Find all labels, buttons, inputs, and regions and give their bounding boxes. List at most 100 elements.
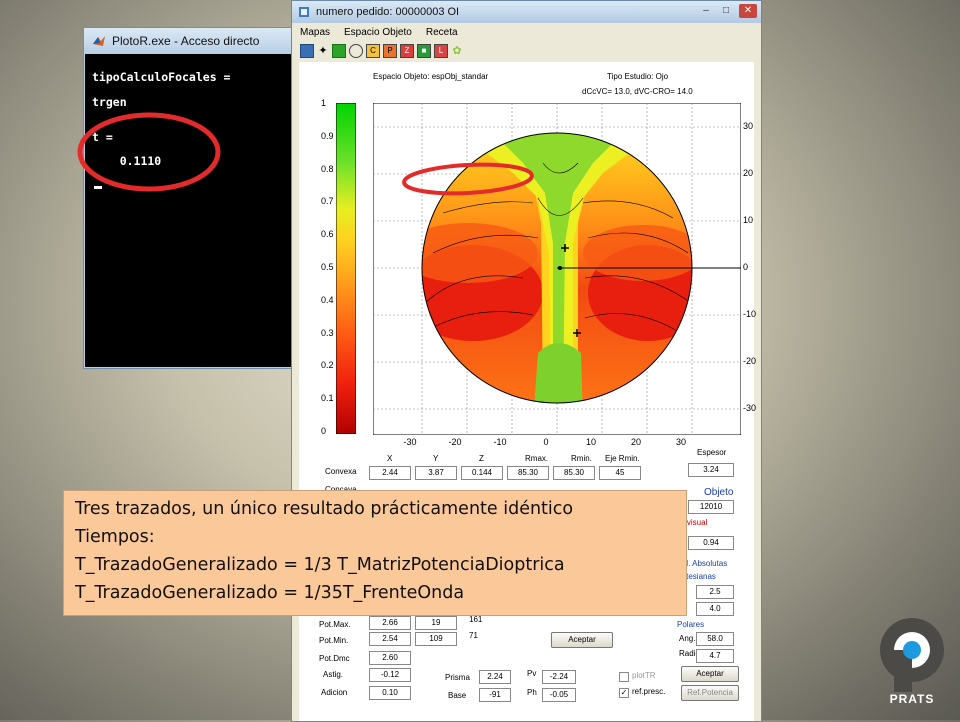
refpresc-checkbox[interactable]: ✓ — [619, 688, 629, 698]
menu-receta[interactable]: Receta — [426, 27, 458, 38]
base-label: Base — [448, 691, 467, 700]
col-z: Z — [479, 454, 484, 463]
prisma-label: Prisma — [445, 673, 470, 682]
pot-dmc-label: Pot.Dmc — [319, 654, 350, 663]
caption-line-4: T_TrazadoGeneralizado = 1/35T_FrenteOnda — [75, 583, 465, 603]
colorbar-tick: 0.1 — [321, 393, 334, 404]
espesor-label: Espesor — [697, 448, 727, 457]
convexa-rmax[interactable]: 85.30 — [507, 466, 549, 480]
side-number-2: 71 — [469, 631, 478, 640]
base-input[interactable]: -91 — [479, 688, 511, 702]
colorbar-tick: 1 — [321, 98, 327, 108]
circle-tool-icon[interactable] — [349, 44, 363, 58]
col-eje-rmin: Eje Rmin. — [605, 454, 640, 463]
pot-min-input[interactable]: 2.54 — [369, 632, 411, 646]
radio-input[interactable]: 4.7 — [696, 649, 734, 663]
console-line-1: tipoCalculoFocales = — [92, 70, 231, 84]
pv-label: Pv — [527, 669, 537, 678]
save-icon[interactable] — [300, 44, 314, 58]
window-icon — [298, 6, 310, 18]
side-number-1: 161 — [469, 615, 483, 624]
caption-line-3: T_TrazadoGeneralizado = 1/3 T_MatrizPote… — [75, 555, 565, 575]
ang-label: Ang. — [679, 634, 696, 643]
c-tool-icon[interactable]: C — [366, 44, 380, 58]
colorbar-tick: 0.5 — [321, 262, 334, 272]
colorbar-tick: 0.4 — [321, 294, 334, 305]
convexa-x[interactable]: 2.44 — [369, 466, 411, 480]
espacio-objeto-label: Espacio Objeto: espObj_standar — [373, 72, 489, 81]
prats-logo-text: PRATS — [889, 692, 935, 706]
g-tool-icon[interactable]: ■ — [417, 44, 431, 58]
minimize-icon[interactable]: – — [697, 4, 715, 18]
close-icon[interactable]: ✕ — [739, 4, 757, 18]
colorbar-tick: 0.3 — [321, 327, 334, 338]
console-title-bar[interactable]: PlotoR.exe - Acceso directo — [84, 28, 299, 54]
ang-input[interactable]: 58.0 — [696, 632, 734, 646]
p-tool-icon[interactable]: P — [383, 44, 397, 58]
colorbar-tick: 0.7 — [321, 196, 334, 207]
convexa-y[interactable]: 3.87 — [415, 466, 457, 480]
console-title: PlotoR.exe - Acceso directo — [112, 34, 260, 48]
col-y: Y — [433, 454, 439, 463]
highlight-ring-console — [77, 112, 221, 192]
col-x: X — [387, 454, 393, 463]
menu-mapas[interactable]: Mapas — [300, 27, 330, 38]
cart-input-1[interactable]: 2.5 — [696, 585, 734, 599]
astig-input[interactable]: -0.12 — [369, 668, 411, 682]
main-title-bar[interactable]: numero pedido: 00000003 OI – □ ✕ — [292, 1, 761, 23]
astig-label: Astig. — [323, 670, 344, 679]
ph-input[interactable]: -0.05 — [542, 688, 576, 702]
leaf-tool-icon[interactable]: ✿ — [451, 45, 463, 57]
convexa-eje[interactable]: 45 — [599, 466, 641, 480]
map-x-tick: -10 — [493, 437, 507, 447]
objeto-label: Objeto — [704, 487, 734, 498]
espesor-input[interactable]: 3.24 — [688, 463, 734, 477]
aceptar-button[interactable]: Aceptar — [551, 632, 613, 648]
convexa-z[interactable]: 0.144 — [461, 466, 503, 480]
map-x-tick: 10 — [586, 437, 597, 447]
maximize-icon[interactable]: □ — [717, 4, 735, 18]
map-x-tick: 0 — [543, 437, 549, 447]
ref-potencia-button[interactable]: Ref.Potencia — [681, 685, 739, 701]
pot-max-axis[interactable]: 19 — [415, 616, 457, 630]
plottr-label: plotTR — [632, 671, 656, 680]
z-tool-icon[interactable]: Z — [400, 44, 414, 58]
polares-label: Polares — [677, 620, 705, 629]
pot-min-label: Pot.Min. — [319, 636, 349, 645]
console-line-2: trgen — [92, 95, 127, 109]
map-x-tick: 30 — [676, 437, 687, 447]
pv-input[interactable]: -2.24 — [542, 670, 576, 684]
caption-line-2: Tiempos: — [75, 527, 155, 547]
aceptar-button-right[interactable]: Aceptar — [681, 666, 739, 682]
map-y-tick: -30 — [743, 403, 757, 413]
agvisual-input[interactable]: 0.94 — [688, 536, 734, 550]
convexa-rmin[interactable]: 85.30 — [553, 466, 595, 480]
ph-label: Ph — [527, 688, 537, 697]
pointer-icon[interactable]: ✦ — [317, 45, 329, 57]
menu-bar: Mapas Espacio Objeto Receta — [292, 23, 761, 42]
tipo-estudio-label: Tipo Estudio: Ojo — [607, 72, 669, 81]
matlab-icon — [92, 34, 106, 48]
colorbar — [336, 103, 356, 434]
row-convexa-label: Convexa — [325, 467, 357, 476]
map-y-tick: -10 — [743, 309, 757, 319]
pot-dmc-input[interactable]: 2.60 — [369, 651, 411, 665]
highlight-ring-map — [402, 162, 534, 196]
l-tool-icon[interactable]: L — [434, 44, 448, 58]
caption-box: Tres trazados, un único resultado prácti… — [63, 490, 687, 616]
colorbar-tick: 0.8 — [321, 163, 334, 174]
menu-espacio-objeto[interactable]: Espacio Objeto — [344, 27, 412, 38]
square-tool-icon[interactable] — [332, 44, 346, 58]
plottr-checkbox[interactable] — [619, 672, 629, 682]
prisma-input[interactable]: 2.24 — [479, 670, 511, 684]
refpresc-label: ref.presc. — [632, 687, 666, 696]
cart-input-2[interactable]: 4.0 — [696, 602, 734, 616]
adicion-input[interactable]: 0.10 — [369, 686, 411, 700]
pot-max-input[interactable]: 2.66 — [369, 616, 411, 630]
objeto-input[interactable]: 12010 — [688, 500, 734, 514]
colorbar-tick: 0.2 — [321, 360, 334, 371]
colorbar-tick: 0.9 — [321, 130, 334, 141]
colorbar-tick: 0 — [321, 426, 327, 436]
console-window: PlotoR.exe - Acceso directo tipoCalculoF… — [83, 27, 300, 369]
pot-min-axis[interactable]: 109 — [415, 632, 457, 646]
